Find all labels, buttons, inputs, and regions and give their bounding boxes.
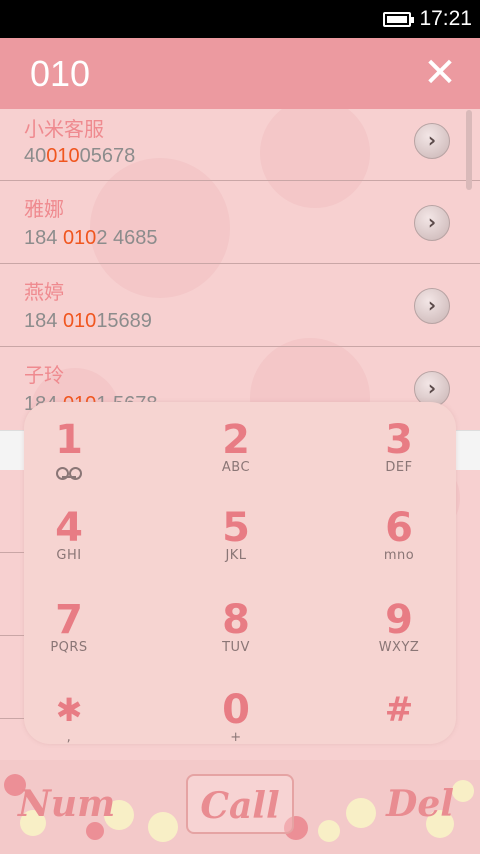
dial-key-7[interactable]: 7 PQRS xyxy=(14,596,124,682)
voicemail-icon xyxy=(54,467,84,480)
contact-number: 4001005678 xyxy=(24,145,136,167)
contact-name: 小米客服 xyxy=(24,117,104,141)
contact-detail-arrow-icon[interactable]: › xyxy=(414,288,450,324)
contact-name: 燕婷 xyxy=(24,280,64,304)
contact-row[interactable]: 雅娜 184 0102 4685 › xyxy=(0,181,480,264)
contact-row[interactable]: 小米客服 4001005678 › xyxy=(0,109,480,181)
bottom-action-bar: Num Call Del xyxy=(0,760,480,854)
contact-number: 184 01015689 xyxy=(24,310,152,332)
close-icon[interactable]: ✕ xyxy=(422,53,458,93)
contact-name: 雅娜 xyxy=(24,197,64,221)
dial-key-5[interactable]: 5 JKL xyxy=(181,504,291,590)
dial-key-2[interactable]: 2 ABC xyxy=(181,416,291,502)
contact-number: 184 0102 4685 xyxy=(24,227,158,249)
contact-detail-arrow-icon[interactable]: › xyxy=(414,123,450,159)
status-time: 17:21 xyxy=(419,7,472,30)
dial-key-8[interactable]: 8 TUV xyxy=(181,596,291,682)
dial-key-6[interactable]: 6 mno xyxy=(344,504,454,590)
battery-full-icon xyxy=(383,11,415,27)
delete-button[interactable]: Del xyxy=(380,774,460,834)
call-button[interactable]: Call xyxy=(186,774,294,834)
contact-detail-arrow-icon[interactable]: › xyxy=(414,205,450,241)
contact-name: 子玲 xyxy=(24,363,64,387)
dial-key-3[interactable]: 3 DEF xyxy=(344,416,454,502)
dial-key-1[interactable]: 1 xyxy=(14,416,124,502)
search-header: 010 ✕ xyxy=(0,38,480,109)
search-query[interactable]: 010 xyxy=(30,53,90,95)
list-scrollbar[interactable] xyxy=(466,110,472,190)
contact-row[interactable]: 燕婷 184 01015689 › xyxy=(0,264,480,347)
contact-results-list: 小米客服 4001005678 › 雅娜 184 0102 4685 › 燕婷 … xyxy=(0,109,480,430)
dialpad: 1 2 ABC 3 DEF 4 GHI 5 JKL 6 mno 7 PQRS 8… xyxy=(24,402,456,745)
num-button[interactable]: Num xyxy=(18,774,115,834)
status-bar: 17:21 xyxy=(0,0,480,38)
dial-key-4[interactable]: 4 GHI xyxy=(14,504,124,590)
dial-key-9[interactable]: 9 WXYZ xyxy=(344,596,454,682)
